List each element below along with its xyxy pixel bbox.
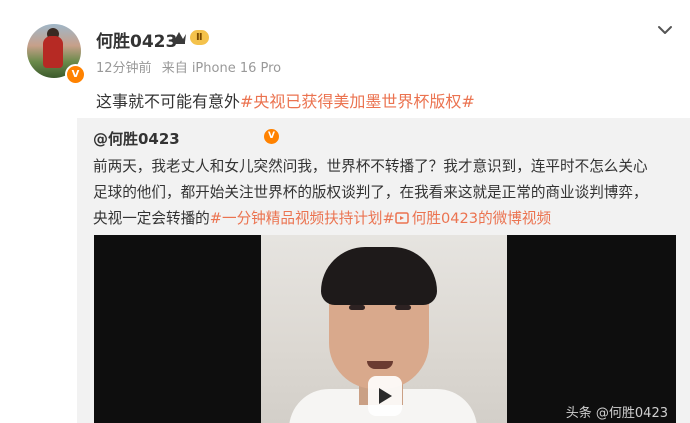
video-watermark: 头条 @何胜0423 (565, 406, 668, 421)
post-text: 这事就不可能有意外#央视已获得美加墨世界杯版权# (96, 88, 475, 112)
verified-v-icon: V (65, 64, 86, 85)
repost-text: 前两天，我老丈人和女儿突然问我，世界杯不转播了？我才意识到，连平时不怎么关心 足… (93, 154, 683, 232)
video-person-eye-right (395, 305, 411, 310)
verified-v-icon: V (264, 129, 279, 144)
post-time[interactable]: 12分钟前 (96, 61, 152, 76)
repost-hashtag-link[interactable]: #一分钟精品视频扶持计划# (210, 210, 395, 227)
post-header: V 何胜0423 Ⅱ 12分钟前 来自 iPhone 16 Pro 这事就不可能… (0, 0, 690, 118)
repost-line-3-plain: 央视一定会转播的 (93, 210, 210, 227)
play-button[interactable] (368, 376, 402, 416)
post-source: 来自 iPhone 16 Pro (161, 61, 282, 76)
repost-line-2: 足球的他们，都开始关注世界杯的版权谈判了，在我看来这就是正常的商业谈判博弈， (93, 184, 648, 201)
chevron-down-icon[interactable] (655, 20, 675, 40)
username[interactable]: 何胜0423 (96, 27, 177, 52)
repost-line-3: 央视一定会转播的#一分钟精品视频扶持计划# 何胜0423的微博视频 (93, 206, 683, 232)
video-player[interactable]: 头条 @何胜0423 (94, 235, 676, 423)
repost-line-1: 前两天，我老丈人和女儿突然问我，世界杯不转播了？我才意识到，连平时不怎么关心 (93, 158, 648, 175)
avatar-figure (43, 36, 63, 68)
level-badge: Ⅱ (190, 30, 209, 45)
play-icon (379, 388, 392, 404)
crown-icon (172, 32, 186, 44)
repost-card[interactable]: @何胜0423 V 前两天，我老丈人和女儿突然问我，世界杯不转播了？我才意识到，… (77, 118, 690, 423)
video-link[interactable]: 何胜0423的微博视频 (395, 210, 551, 227)
video-link-text: 何胜0423的微博视频 (411, 210, 552, 227)
post-meta: 12分钟前 来自 iPhone 16 Pro (96, 57, 287, 76)
video-link-icon (395, 212, 409, 224)
video-person-eye-left (349, 305, 365, 310)
post-text-plain: 这事就不可能有意外 (96, 92, 241, 111)
video-person-mouth (367, 361, 393, 369)
post-hashtag-link[interactable]: #央视已获得美加墨世界杯版权# (240, 92, 475, 111)
repost-author[interactable]: @何胜0423 (93, 128, 180, 149)
video-person-hair (321, 247, 437, 305)
